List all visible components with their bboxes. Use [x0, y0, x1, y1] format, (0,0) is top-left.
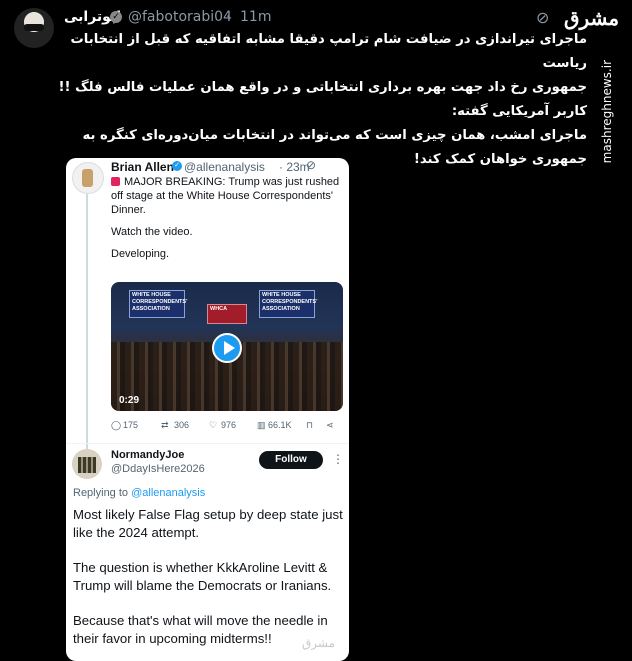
brand-logo: مشرق [564, 6, 620, 30]
quoted-author-handle: @allenanalysis [184, 160, 265, 174]
reply-avatar [72, 449, 102, 479]
like-count: 976 [221, 420, 237, 430]
quoted-line: MAJOR BREAKING: Trump was just rushed of… [111, 176, 340, 216]
views-count: 66.1K [268, 420, 292, 430]
replying-to-link: @allenanalysis [131, 487, 206, 499]
reply-icon: ◯ [111, 420, 122, 430]
quoted-avatar [72, 162, 104, 194]
tweet-line: ماجرای تیراندازی در ضیافت شام ترامپ دقیق… [70, 32, 587, 71]
tweet-line: کاربر آمریکایی گفته: [451, 104, 587, 119]
tweet-time[interactable]: 11m [240, 9, 271, 25]
grok-icon[interactable]: ⊘ [536, 8, 554, 27]
reply-count: 175 [123, 420, 139, 430]
quoted-author-name: Brian Allen [111, 160, 174, 174]
play-icon [212, 333, 242, 363]
more-icon: ⋮ [332, 452, 344, 466]
quoted-actions: ◯ 175 ⇄ 306 ♡ 976 ▥ 66.1K ⊓ ⋖ [111, 420, 343, 434]
quoted-verified-icon: ✓ [172, 161, 182, 171]
siren-icon [111, 177, 120, 186]
like-icon: ♡ [209, 420, 218, 430]
reply-author-handle: @DdayIsHere2026 [111, 463, 205, 475]
bookmark-icon: ⊓ [306, 420, 314, 430]
quoted-body: MAJOR BREAKING: Trump was just rushed of… [111, 175, 343, 269]
thread-line [86, 194, 88, 449]
repost-count: 306 [174, 420, 190, 430]
quoted-line: Watch the video. [111, 226, 193, 238]
follow-button: Follow [259, 451, 323, 469]
verified-badge-icon: ✓ [110, 11, 122, 23]
quoted-line: Developing. [111, 248, 170, 260]
replying-prefix: Replying to [73, 487, 132, 499]
reply-paragraph: The question is whether KkkAroline Levit… [73, 560, 332, 593]
reply-paragraph: Most likely False Flag setup by deep sta… [73, 507, 343, 540]
video-duration: 0:29 [119, 395, 140, 406]
site-watermark: mashreghnews.ir [600, 60, 614, 164]
replying-to: Replying to @allenanalysis [73, 487, 205, 499]
share-icon: ⋖ [326, 420, 334, 430]
tweet-line: جمهوری رخ داد جهت بهره برداری انتخاباتی … [58, 80, 587, 95]
tweet-text: ماجرای تیراندازی در ضیافت شام ترامپ دقیق… [47, 28, 587, 172]
embedded-screenshot: Brian Allen ✓ @allenanalysis · 23m ⊘ MAJ… [66, 158, 349, 661]
video-thumbnail: WHITE HOUSE CORRESPONDENTS' ASSOCIATION … [111, 282, 343, 411]
repost-icon: ⇄ [161, 420, 169, 430]
video-banner-right: WHITE HOUSE CORRESPONDENTS' ASSOCIATION [259, 290, 317, 318]
separator: · [226, 9, 231, 25]
quoted-grok-icon: ⊘ [306, 158, 317, 172]
divider [66, 443, 349, 444]
tweet-line: ماجرای امشب، همان چیزی است که می‌تواند د… [82, 128, 588, 143]
video-banner-left: WHITE HOUSE CORRESPONDENTS' ASSOCIATION [129, 290, 187, 318]
views-icon: ▥ [257, 420, 266, 430]
video-banner-center: WHCA [207, 304, 247, 324]
reply-author-name: NormandyJoe [111, 449, 185, 461]
author-handle[interactable]: @fabotorabi04 [128, 9, 232, 25]
embedded-watermark: مشرق [302, 636, 336, 650]
